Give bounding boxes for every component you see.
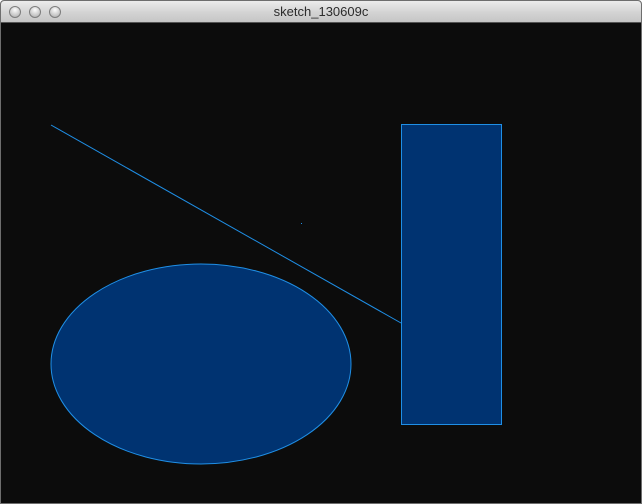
blue-ellipse bbox=[50, 263, 352, 465]
blue-rectangle bbox=[401, 124, 502, 425]
sketch-window: sketch_130609c bbox=[0, 0, 642, 504]
window-title: sketch_130609c bbox=[273, 4, 369, 19]
title-bar[interactable]: sketch_130609c bbox=[1, 1, 641, 23]
sketch-canvas[interactable] bbox=[1, 23, 641, 503]
sketch-drawing bbox=[50, 124, 502, 465]
center-dot bbox=[301, 223, 302, 224]
